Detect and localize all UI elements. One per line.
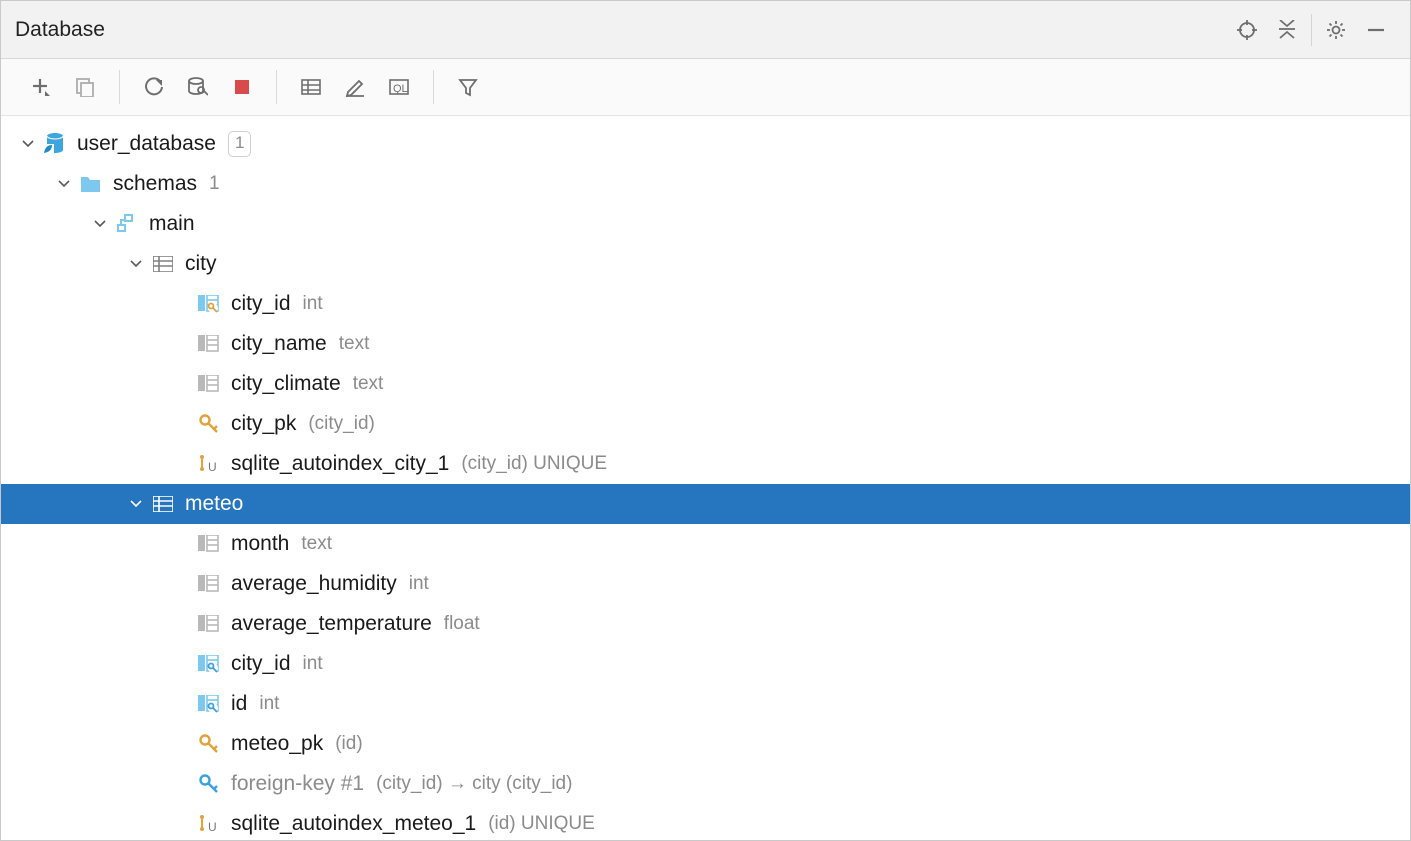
database-tree[interactable]: user_database 1 schemas 1 main city city… xyxy=(1,116,1410,840)
duplicate-button[interactable] xyxy=(63,67,107,107)
column-fk-icon xyxy=(197,655,221,673)
column-icon xyxy=(197,335,221,353)
database-icon xyxy=(43,133,67,155)
column-type: text xyxy=(353,373,384,395)
column-fk-icon xyxy=(197,695,221,713)
table-name: meteo xyxy=(185,492,243,516)
column-name: month xyxy=(231,532,289,556)
refresh-button[interactable] xyxy=(132,67,176,107)
database-count-badge: 1 xyxy=(228,131,251,157)
tree-node-column[interactable]: city_id int xyxy=(1,284,1410,324)
key-name: meteo_pk xyxy=(231,732,323,756)
tree-node-index[interactable]: sqlite_autoindex_city_1 (city_id) UNIQUE xyxy=(1,444,1410,484)
column-name: id xyxy=(231,692,247,716)
key-detail: (id) xyxy=(335,733,362,755)
schemas-count: 1 xyxy=(209,173,220,195)
collapse-all-icon[interactable] xyxy=(1267,10,1307,50)
fkey-name: foreign-key #1 xyxy=(231,772,364,796)
fkey-detail: (city_id) → city (city_id) xyxy=(376,773,572,795)
key-detail: (city_id) xyxy=(308,413,375,435)
titlebar: Database xyxy=(1,1,1410,59)
column-type: text xyxy=(339,333,370,355)
schema-icon xyxy=(115,214,139,234)
table-name: city xyxy=(185,252,217,276)
column-icon xyxy=(197,535,221,553)
schemas-label: schemas xyxy=(113,172,197,196)
tree-node-schemas[interactable]: schemas 1 xyxy=(1,164,1410,204)
column-name: city_id xyxy=(231,292,291,316)
chevron-down-icon[interactable] xyxy=(91,220,109,228)
column-name: city_id xyxy=(231,652,291,676)
index-name: sqlite_autoindex_meteo_1 xyxy=(231,812,476,836)
index-icon xyxy=(197,814,221,834)
column-name: average_humidity xyxy=(231,572,397,596)
key-name: city_pk xyxy=(231,412,296,436)
index-icon xyxy=(197,454,221,474)
column-name: average_temperature xyxy=(231,612,432,636)
chevron-down-icon[interactable] xyxy=(127,260,145,268)
column-type: int xyxy=(409,573,429,595)
column-type: text xyxy=(301,533,332,555)
column-type: int xyxy=(303,653,323,675)
tree-node-key[interactable]: meteo_pk (id) xyxy=(1,724,1410,764)
column-icon xyxy=(197,615,221,633)
chevron-down-icon[interactable] xyxy=(19,140,37,148)
gear-icon[interactable] xyxy=(1316,10,1356,50)
data-source-properties-button[interactable] xyxy=(176,67,220,107)
target-icon[interactable] xyxy=(1227,10,1267,50)
toolbar-separator xyxy=(119,70,120,104)
index-name: sqlite_autoindex_city_1 xyxy=(231,452,449,476)
add-button[interactable] xyxy=(19,67,63,107)
key-blue-icon xyxy=(197,774,221,794)
open-table-button[interactable] xyxy=(289,67,333,107)
panel-title: Database xyxy=(15,18,105,42)
tree-node-column[interactable]: average_temperature float xyxy=(1,604,1410,644)
filter-button[interactable] xyxy=(446,67,490,107)
folder-icon xyxy=(79,174,103,194)
column-icon xyxy=(197,575,221,593)
minimize-icon[interactable] xyxy=(1356,10,1396,50)
column-type: float xyxy=(444,613,480,635)
stop-button[interactable] xyxy=(220,67,264,107)
tree-node-schema-main[interactable]: main xyxy=(1,204,1410,244)
tree-node-column[interactable]: id int xyxy=(1,684,1410,724)
edit-ddl-button[interactable] xyxy=(333,67,377,107)
titlebar-actions xyxy=(1227,10,1396,50)
titlebar-separator xyxy=(1311,14,1312,46)
tree-node-column[interactable]: average_humidity int xyxy=(1,564,1410,604)
tree-node-column[interactable]: city_name text xyxy=(1,324,1410,364)
tree-node-key[interactable]: city_pk (city_id) xyxy=(1,404,1410,444)
chevron-down-icon[interactable] xyxy=(55,180,73,188)
chevron-down-icon[interactable] xyxy=(127,500,145,508)
column-name: city_name xyxy=(231,332,327,356)
key-gold-icon xyxy=(197,414,221,434)
tree-node-column[interactable]: month text xyxy=(1,524,1410,564)
column-pk-icon xyxy=(197,295,221,313)
column-type: int xyxy=(303,293,323,315)
column-icon xyxy=(197,375,221,393)
open-console-button[interactable] xyxy=(377,67,421,107)
database-tool-window: Database user_database 1 xyxy=(0,0,1411,841)
column-name: city_climate xyxy=(231,372,341,396)
index-detail: (city_id) UNIQUE xyxy=(461,453,607,475)
toolbar-separator xyxy=(276,70,277,104)
tree-node-foreign-key[interactable]: foreign-key #1 (city_id) → city (city_id… xyxy=(1,764,1410,804)
tree-node-index[interactable]: sqlite_autoindex_meteo_1 (id) UNIQUE xyxy=(1,804,1410,840)
column-type: int xyxy=(259,693,279,715)
tree-node-table-meteo[interactable]: meteo xyxy=(1,484,1410,524)
tree-node-table-city[interactable]: city xyxy=(1,244,1410,284)
key-gold-icon xyxy=(197,734,221,754)
table-icon xyxy=(151,256,175,272)
index-detail: (id) UNIQUE xyxy=(488,813,595,835)
table-icon xyxy=(151,496,175,512)
tree-node-column[interactable]: city_id int xyxy=(1,644,1410,684)
database-name: user_database xyxy=(77,132,216,156)
toolbar-separator xyxy=(433,70,434,104)
tree-node-database[interactable]: user_database 1 xyxy=(1,124,1410,164)
schema-name: main xyxy=(149,212,195,236)
toolbar xyxy=(1,59,1410,116)
tree-node-column[interactable]: city_climate text xyxy=(1,364,1410,404)
